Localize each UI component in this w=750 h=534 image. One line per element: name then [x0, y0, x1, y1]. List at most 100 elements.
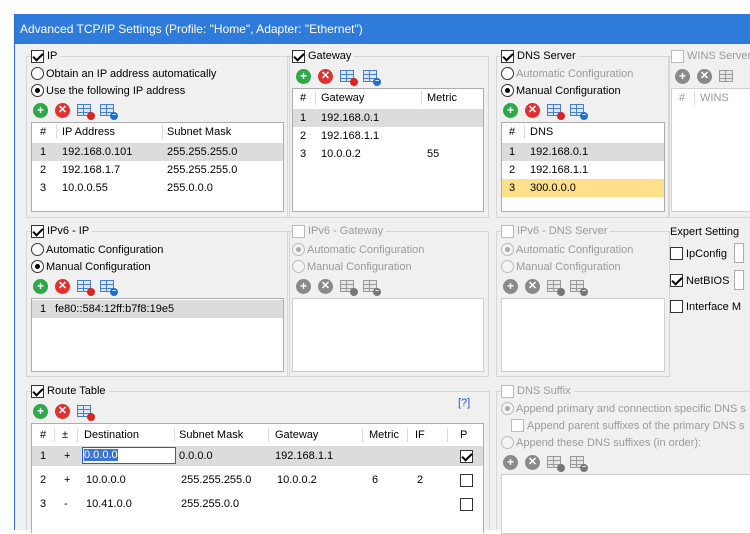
persistent-checkbox[interactable] [460, 474, 473, 487]
wins-checkbox[interactable] [671, 49, 684, 63]
ip-group-header[interactable]: IP [31, 48, 61, 64]
ipv6-dns-radio-manual-button[interactable] [501, 260, 514, 273]
add-icon[interactable]: + [296, 68, 311, 84]
dns-checkbox[interactable] [501, 49, 514, 63]
dns-radio-manual[interactable]: Manual Configuration [501, 83, 621, 98]
dns-radio-auto-button[interactable] [501, 67, 514, 80]
delete-icon[interactable]: ✕ [525, 102, 540, 118]
table-row[interactable]: 1 192.168.0.1 [293, 109, 483, 127]
ip-radio-manual[interactable]: Use the following IP address [31, 83, 185, 98]
delete-icon[interactable]: ✕ [697, 68, 712, 84]
add-icon[interactable]: + [503, 278, 518, 294]
help-link[interactable]: [?] [458, 397, 470, 409]
ip-radio-auto[interactable]: Obtain an IP address automatically [31, 66, 216, 81]
persistent-checkbox[interactable] [460, 450, 473, 463]
ip-radio-manual-button[interactable] [31, 84, 44, 97]
table-row-invalid[interactable]: 3 300.0.0.0 [502, 179, 664, 197]
delete-icon[interactable]: ✕ [318, 68, 333, 84]
ip-checkbox[interactable] [31, 49, 44, 63]
table-move-icon[interactable]: − [100, 278, 118, 296]
table-remove-icon[interactable] [547, 454, 565, 472]
dns-group-header[interactable]: DNS Server [501, 48, 579, 64]
table-remove-icon[interactable] [77, 278, 95, 296]
ipv6-radio-auto-button[interactable] [31, 243, 44, 256]
add-icon[interactable]: + [675, 68, 690, 84]
table-move-icon[interactable]: − [570, 278, 588, 296]
dns-suffix-opt1-radio[interactable] [501, 402, 514, 415]
delete-icon[interactable]: ✕ [318, 278, 333, 294]
add-icon[interactable]: + [33, 403, 48, 419]
delete-icon[interactable]: ✕ [525, 454, 540, 470]
table-move-icon[interactable]: − [570, 454, 588, 472]
destination-edit-field[interactable]: 0.0.0.0 [82, 447, 176, 464]
ipv6-dns-group-header[interactable]: IPv6 - DNS Server [501, 223, 611, 239]
ip-radio-auto-button[interactable] [31, 67, 44, 80]
delete-icon[interactable]: ✕ [55, 278, 70, 294]
add-icon[interactable]: + [503, 102, 518, 118]
route-table-group-header[interactable]: Route Table [31, 383, 109, 399]
netbios-input[interactable] [734, 270, 744, 290]
add-icon[interactable]: + [33, 278, 48, 294]
add-icon[interactable]: + [296, 278, 311, 294]
table-row[interactable]: 2 + 10.0.0.0 255.255.255.0 10.0.0.2 6 2 [32, 470, 483, 490]
table-remove-icon[interactable] [77, 403, 95, 421]
dns-suffix-checkbox[interactable] [501, 384, 514, 398]
dns-suffix-group-header[interactable]: DNS Suffix [501, 383, 574, 399]
dns-suffix-opt2-checkbox[interactable] [511, 419, 524, 432]
ipv6-gateway-checkbox[interactable] [292, 224, 305, 238]
table-remove-icon[interactable] [547, 102, 565, 120]
table-row[interactable]: 1 192.168.0.1 [502, 143, 664, 161]
ipv6-gateway-radio-manual[interactable]: Manual Configuration [292, 259, 412, 274]
table-move-icon[interactable]: − [363, 68, 381, 86]
delete-icon[interactable]: ✕ [525, 278, 540, 294]
persistent-checkbox[interactable] [460, 498, 473, 511]
wins-group-header[interactable]: WINS Server [671, 48, 750, 64]
gateway-group-header[interactable]: Gateway [292, 48, 355, 64]
netbios-option[interactable]: NetBIOS [670, 273, 729, 288]
ipv6-group-header[interactable]: IPv6 - IP [31, 223, 93, 239]
delete-icon[interactable]: ✕ [55, 102, 70, 118]
ipv6-gateway-radio-auto[interactable]: Automatic Configuration [292, 242, 424, 257]
table-move-icon[interactable]: − [363, 278, 381, 296]
dns-suffix-opt2[interactable]: Append parent suffixes of the primary DN… [511, 418, 744, 433]
ipv6-gateway-radio-auto-button[interactable] [292, 243, 305, 256]
table-row[interactable]: 2 192.168.1.1 [293, 127, 483, 145]
add-icon[interactable]: + [33, 102, 48, 118]
table-row[interactable]: 2 192.168.1.1 [502, 161, 664, 179]
ipv6-radio-manual[interactable]: Manual Configuration [31, 259, 151, 274]
netbios-checkbox[interactable] [670, 274, 683, 287]
dns-suffix-opt3-radio[interactable] [501, 436, 514, 449]
ipconfig-option[interactable]: IpConfig [670, 246, 727, 261]
table-remove-icon[interactable] [719, 68, 735, 84]
table-remove-icon[interactable] [77, 102, 95, 120]
interface-checkbox[interactable] [670, 300, 683, 313]
ipv6-checkbox[interactable] [31, 224, 44, 238]
table-remove-icon[interactable] [340, 68, 358, 86]
table-row[interactable]: 3 10.0.0.55 255.0.0.0 [32, 179, 283, 197]
dns-suffix-opt3[interactable]: Append these DNS suffixes (in order): [501, 435, 701, 450]
ipv6-radio-auto[interactable]: Automatic Configuration [31, 242, 163, 257]
table-row[interactable]: 3 10.0.0.2 55 [293, 145, 483, 163]
ipv6-radio-manual-button[interactable] [31, 260, 44, 273]
table-row[interactable]: 3 - 10.41.0.0 255.255.0.0 [32, 494, 483, 514]
gateway-checkbox[interactable] [292, 49, 305, 63]
ipv6-gateway-group-header[interactable]: IPv6 - Gateway [292, 223, 387, 239]
ipv6-gateway-radio-manual-button[interactable] [292, 260, 305, 273]
ipv6-dns-radio-auto[interactable]: Automatic Configuration [501, 242, 633, 257]
dns-suffix-opt1[interactable]: Append primary and connection specific D… [501, 401, 746, 416]
table-row[interactable]: 1 + 0.0.0.0 0.0.0.0 192.168.1.1 [32, 446, 483, 466]
table-row[interactable]: 1 fe80::584:12ff:b7f8:19e5 [32, 300, 283, 318]
ipconfig-input[interactable] [734, 243, 744, 263]
table-row[interactable]: 1 192.168.0.101 255.255.255.0 [32, 143, 283, 161]
table-row[interactable]: 2 192.168.1.7 255.255.255.0 [32, 161, 283, 179]
ipv6-dns-radio-auto-button[interactable] [501, 243, 514, 256]
table-remove-icon[interactable] [547, 278, 565, 296]
dns-radio-auto[interactable]: Automatic Configuration [501, 66, 633, 81]
interface-option[interactable]: Interface M [670, 299, 741, 314]
ipv6-dns-radio-manual[interactable]: Manual Configuration [501, 259, 621, 274]
ipconfig-checkbox[interactable] [670, 247, 683, 260]
add-icon[interactable]: + [503, 454, 518, 470]
table-remove-icon[interactable] [340, 278, 358, 296]
route-table-checkbox[interactable] [31, 384, 44, 398]
table-move-icon[interactable]: − [100, 102, 118, 120]
